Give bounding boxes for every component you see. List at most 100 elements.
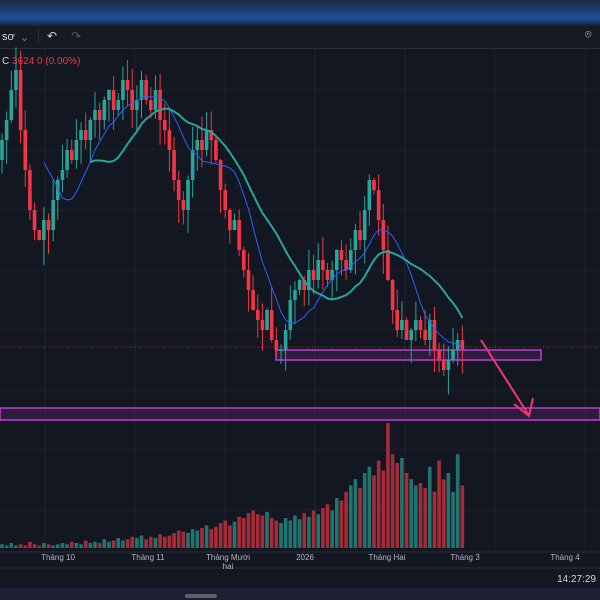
candle-body bbox=[251, 290, 255, 310]
candle-body bbox=[162, 120, 167, 130]
candle-body bbox=[116, 100, 121, 110]
candle-body bbox=[358, 230, 362, 240]
volume-bar bbox=[330, 510, 334, 548]
volume-bar bbox=[218, 523, 223, 548]
volume-bar bbox=[121, 540, 125, 548]
volume-bar bbox=[288, 520, 293, 548]
candle-body bbox=[325, 270, 330, 280]
candle-body bbox=[446, 360, 451, 370]
volume-bar bbox=[74, 543, 79, 548]
candle-body bbox=[42, 220, 46, 240]
candle-body bbox=[274, 340, 279, 350]
candle-body bbox=[311, 270, 316, 280]
candle-body bbox=[395, 310, 400, 330]
volume-bar bbox=[423, 488, 427, 548]
volume-bar bbox=[344, 491, 348, 548]
candle-body bbox=[181, 200, 186, 210]
candle-body bbox=[335, 250, 339, 270]
volume-bar bbox=[460, 485, 465, 548]
volume-bar bbox=[381, 470, 386, 548]
candle-body bbox=[125, 80, 130, 90]
volume-bar bbox=[186, 533, 190, 548]
volume-bar bbox=[32, 544, 37, 548]
volume-bar bbox=[441, 479, 446, 548]
candle-body bbox=[376, 190, 381, 220]
price-chart[interactable] bbox=[0, 0, 600, 600]
x-tick-label: Tháng 11 bbox=[131, 553, 165, 562]
volume-bar bbox=[311, 510, 316, 548]
x-tick-label: 2026 bbox=[296, 553, 314, 562]
candle-body bbox=[102, 100, 107, 120]
candle-body bbox=[246, 270, 251, 290]
candle-body bbox=[74, 140, 79, 160]
volume-bar bbox=[409, 479, 413, 548]
candle-body bbox=[60, 170, 65, 180]
volume-bar bbox=[4, 545, 9, 548]
candle-body bbox=[186, 180, 190, 210]
candle-body bbox=[121, 80, 125, 100]
candle-body bbox=[9, 90, 14, 120]
volume-bar bbox=[372, 475, 376, 548]
volume-bar bbox=[204, 525, 209, 548]
candle-body bbox=[97, 110, 102, 120]
volume-bar bbox=[139, 535, 144, 548]
candle-body bbox=[88, 120, 93, 140]
volume-bar bbox=[42, 543, 46, 548]
volume-bar bbox=[335, 498, 339, 548]
volume-bar bbox=[0, 544, 4, 548]
volume-bar bbox=[144, 539, 148, 548]
volume-bar bbox=[172, 533, 176, 548]
candle-body bbox=[107, 90, 111, 100]
candle-body bbox=[283, 330, 288, 350]
volume-bar bbox=[130, 536, 134, 548]
volume-bar bbox=[395, 463, 400, 548]
volume-bar bbox=[56, 544, 60, 548]
volume-bar bbox=[307, 516, 311, 548]
volume-bar bbox=[60, 543, 65, 548]
volume-bar bbox=[265, 511, 269, 548]
volume-bar bbox=[181, 531, 186, 548]
volume-bar bbox=[251, 510, 255, 548]
volume-bar bbox=[167, 535, 172, 548]
volume-bar bbox=[367, 466, 372, 548]
volume-bar bbox=[297, 519, 302, 548]
candle-body bbox=[432, 320, 437, 350]
candle-body bbox=[339, 250, 344, 260]
candle-body bbox=[400, 320, 404, 330]
volume-bar bbox=[153, 538, 158, 548]
volume-bar bbox=[353, 479, 358, 548]
candle-body bbox=[14, 70, 18, 90]
volume-bar bbox=[362, 473, 367, 548]
volume-bar bbox=[116, 538, 121, 548]
candle-body bbox=[83, 130, 88, 140]
volume-bar bbox=[69, 541, 74, 548]
volume-bar bbox=[316, 514, 320, 548]
volume-bar bbox=[88, 543, 93, 548]
candle-body bbox=[69, 150, 74, 160]
volume-bar bbox=[37, 545, 41, 548]
candle-body bbox=[321, 260, 325, 270]
volume-bar bbox=[158, 534, 162, 548]
candle-body bbox=[214, 140, 218, 160]
candle-body bbox=[28, 170, 32, 210]
volume-bar bbox=[358, 488, 362, 548]
volume-bar bbox=[283, 518, 288, 548]
candle-body bbox=[242, 250, 246, 270]
candle-body bbox=[204, 130, 209, 150]
candle-body bbox=[460, 340, 465, 350]
scrollbar[interactable] bbox=[185, 594, 217, 598]
volume-bar bbox=[325, 504, 330, 548]
candle-body bbox=[228, 210, 232, 230]
volume-bar bbox=[28, 541, 32, 548]
volume-bar bbox=[232, 521, 237, 548]
volume-bar bbox=[228, 525, 232, 548]
candle-body bbox=[288, 300, 293, 330]
volume-bar bbox=[260, 515, 265, 548]
candle-body bbox=[316, 260, 320, 280]
volume-bar bbox=[446, 473, 451, 548]
candle-body bbox=[441, 360, 446, 370]
candle-body bbox=[172, 150, 176, 180]
volume-bar bbox=[46, 544, 51, 548]
candle-body bbox=[367, 180, 372, 210]
moving-average-ma20 bbox=[90, 107, 464, 319]
